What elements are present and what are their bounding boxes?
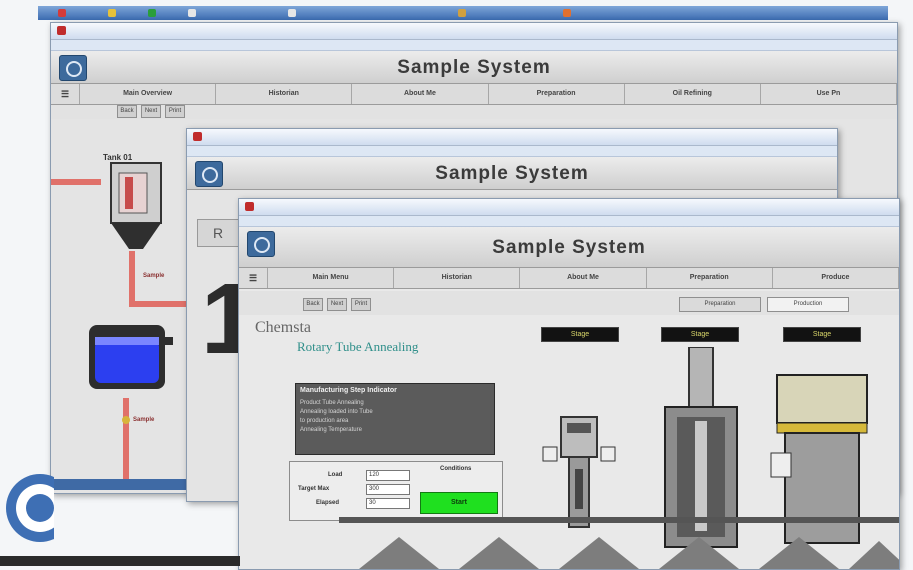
load-field[interactable]: 120 bbox=[366, 470, 410, 481]
info-header: Manufacturing Step Indicator bbox=[300, 387, 397, 394]
window-titlebar bbox=[187, 129, 837, 146]
info-line: Annealing Temperature bbox=[300, 427, 362, 433]
app-icon[interactable] bbox=[188, 9, 196, 17]
back-button[interactable]: Back bbox=[303, 298, 323, 311]
header-banner: Sample System bbox=[51, 51, 897, 84]
process-subtitle: Rotary Tube Annealing bbox=[297, 339, 419, 354]
app-icon bbox=[245, 202, 254, 211]
blue-tank-icon bbox=[89, 325, 173, 389]
app-icon[interactable] bbox=[58, 9, 66, 17]
desktop-taskbar bbox=[38, 6, 888, 20]
window-titlebar bbox=[239, 199, 899, 216]
stage-label: Stage bbox=[541, 327, 619, 342]
nav-item[interactable]: About Me bbox=[520, 268, 647, 288]
inlet-pipe bbox=[51, 179, 101, 185]
toolbar: Back Next Print bbox=[51, 105, 897, 119]
info-body: Product Tube Annealing Annealing loaded … bbox=[300, 399, 490, 435]
side-indicator: R bbox=[197, 219, 239, 247]
app-icon[interactable] bbox=[563, 9, 571, 17]
page-title: Sample System bbox=[397, 57, 551, 78]
back-button[interactable]: Back bbox=[117, 105, 137, 118]
info-line: Product Tube Annealing bbox=[300, 400, 364, 406]
info-box: Manufacturing Step Indicator Product Tub… bbox=[295, 383, 495, 455]
nav-item[interactable]: Preparation bbox=[489, 84, 625, 104]
info-line: Annealing loaded into Tube bbox=[300, 409, 373, 415]
tab-production[interactable]: Production bbox=[767, 297, 849, 312]
system-tray bbox=[0, 556, 240, 566]
brand-logo-icon bbox=[6, 474, 54, 542]
info-line: to production area bbox=[300, 418, 349, 424]
tank-graphic bbox=[110, 162, 162, 249]
nav-item[interactable]: Preparation bbox=[647, 268, 773, 288]
outlet-pipe bbox=[122, 398, 130, 486]
address-bar[interactable] bbox=[187, 146, 837, 157]
address-bar[interactable] bbox=[239, 216, 899, 227]
page-title: Sample System bbox=[435, 163, 589, 184]
tab-preparation[interactable]: Preparation bbox=[679, 297, 761, 312]
app-icon[interactable] bbox=[458, 9, 466, 17]
elapsed-label: Elapsed bbox=[316, 500, 340, 506]
next-button[interactable]: Next bbox=[141, 105, 161, 118]
nav-bar: ☰ Main Menu Historian About Me Preparati… bbox=[239, 268, 899, 289]
elapsed-field[interactable]: 30 bbox=[366, 498, 410, 509]
load-label: Load bbox=[328, 472, 343, 478]
nav-item[interactable]: About Me bbox=[352, 84, 489, 104]
nav-item[interactable]: Oil Refining bbox=[625, 84, 761, 104]
nav-item[interactable]: Produce bbox=[773, 268, 899, 288]
toolbar: Back Next Print Preparation Production bbox=[239, 291, 899, 315]
target-max-label: Target Max bbox=[298, 486, 330, 492]
address-bar[interactable] bbox=[51, 40, 897, 51]
window-titlebar bbox=[51, 23, 897, 40]
app-icon[interactable] bbox=[148, 9, 156, 17]
print-button[interactable]: Print bbox=[351, 298, 371, 311]
app-icon[interactable] bbox=[288, 9, 296, 17]
header-banner: Sample System bbox=[187, 157, 837, 190]
process-title: Chemsta bbox=[255, 319, 311, 336]
page-title: Sample System bbox=[492, 237, 646, 258]
menu-icon[interactable]: ☰ bbox=[239, 268, 268, 288]
nav-item[interactable]: Use Pn bbox=[761, 84, 897, 104]
target-max-field[interactable]: 300 bbox=[366, 484, 410, 495]
print-button[interactable]: Print bbox=[165, 105, 185, 118]
form-header: Conditions bbox=[440, 466, 472, 472]
pipe-label: Sample bbox=[143, 273, 165, 279]
nav-item[interactable]: Main Menu bbox=[268, 268, 395, 288]
app-icon bbox=[57, 26, 66, 35]
front-window: Sample System ☰ Main Menu Historian Abou… bbox=[238, 198, 900, 570]
start-button[interactable]: Start bbox=[420, 492, 498, 514]
nav-bar: ☰ Main Overview Historian About Me Prepa… bbox=[51, 84, 897, 105]
valve-label: Sample bbox=[133, 417, 155, 423]
conveyor-graphic bbox=[339, 517, 899, 569]
header-banner: Sample System bbox=[239, 227, 899, 268]
stage-label: Stage bbox=[783, 327, 861, 342]
menu-icon[interactable]: ☰ bbox=[51, 84, 80, 104]
conditions-form: Conditions Load 120 Target Max 300 Elaps… bbox=[289, 461, 503, 521]
app-icon bbox=[193, 132, 202, 141]
nav-item[interactable]: Historian bbox=[216, 84, 353, 104]
stage-label: Stage bbox=[661, 327, 739, 342]
app-icon[interactable] bbox=[108, 9, 116, 17]
next-button[interactable]: Next bbox=[327, 298, 347, 311]
nav-item[interactable]: Historian bbox=[394, 268, 521, 288]
nav-item[interactable]: Main Overview bbox=[80, 84, 217, 104]
